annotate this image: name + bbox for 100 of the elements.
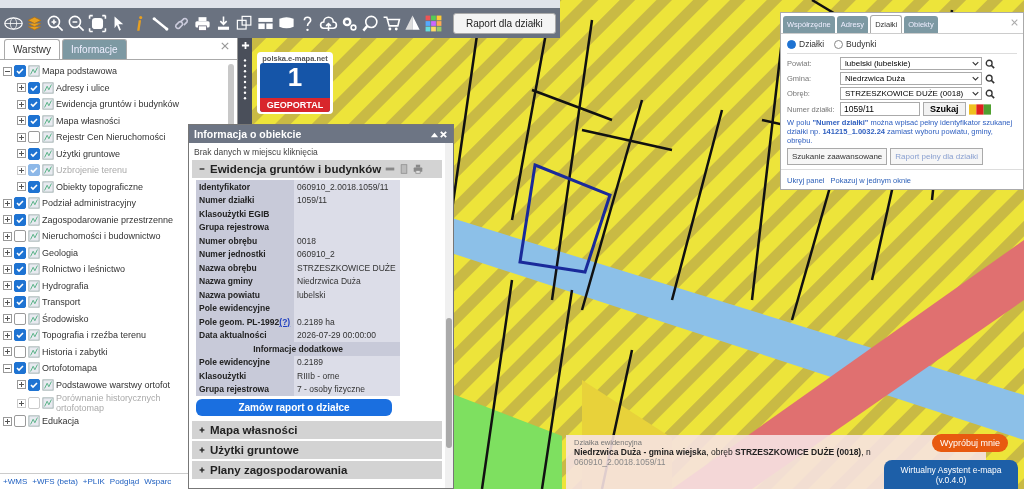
expand-icon[interactable]: [3, 264, 12, 274]
layer-checkbox[interactable]: [28, 81, 40, 94]
assistant-button[interactable]: Wirtualny Asystent e-mapa (v.0.4.0): [884, 460, 1018, 489]
dropdown-caret-icon[interactable]: [972, 76, 979, 81]
order-report-button[interactable]: Zamów raport o działce: [196, 399, 392, 416]
layer-label[interactable]: Transport: [42, 297, 81, 308]
section-header[interactable]: Ewidencja gruntów i budynków: [192, 160, 442, 178]
layer-label[interactable]: Edukacja: [42, 416, 80, 427]
layer-label[interactable]: Podział administracyjny: [42, 198, 137, 209]
layer-label[interactable]: Topografia i rzeźba terenu: [42, 330, 147, 341]
layer-checkbox[interactable]: [14, 415, 26, 428]
layer-checkbox[interactable]: [14, 362, 26, 375]
full-extent-icon[interactable]: [88, 13, 107, 33]
layer-label[interactable]: Historia i zabytki: [42, 346, 108, 357]
expand-icon[interactable]: [3, 297, 12, 307]
collapse-close-icon[interactable]: [430, 129, 448, 139]
layer-checkbox[interactable]: [14, 296, 26, 309]
layer-checkbox[interactable]: [14, 279, 26, 292]
expand-icon[interactable]: [3, 248, 12, 258]
layer-label[interactable]: Rejestr Cen Nieruchomości: [56, 132, 166, 143]
expand-icon[interactable]: [17, 132, 26, 142]
layer-label[interactable]: Podstawowe warstwy ortofot: [56, 379, 171, 390]
search-icon[interactable]: [985, 88, 995, 99]
panel-link[interactable]: +PLIK: [82, 477, 105, 486]
color-legend-icon[interactable]: [968, 103, 991, 115]
search-icon[interactable]: [985, 58, 995, 69]
expand-icon[interactable]: [17, 116, 26, 126]
dropdown-caret-icon[interactable]: [972, 61, 979, 66]
cart-icon[interactable]: [382, 13, 401, 33]
scrollbar-thumb[interactable]: [446, 318, 452, 448]
copy-icon[interactable]: [235, 13, 254, 33]
expand-icon[interactable]: [17, 380, 26, 390]
dropdown-caret-icon[interactable]: [972, 91, 979, 96]
expand-icon[interactable]: [3, 215, 12, 225]
radio-button[interactable]: [787, 39, 796, 49]
section-header[interactable]: Użytki gruntowe: [192, 441, 442, 459]
dropdown[interactable]: Niedrzwica Duża: [840, 72, 982, 85]
dropdown[interactable]: lubelski (lubelskie): [840, 57, 982, 70]
layer-label[interactable]: Ewidencja gruntów i budynków: [56, 99, 180, 110]
panel-button[interactable]: Szukanie zaawansowane: [787, 148, 888, 165]
panel-link[interactable]: Podgląd: [109, 477, 140, 486]
layer-label[interactable]: Nieruchomości i budownictwo: [42, 231, 161, 242]
panel-tab[interactable]: Warstwy: [4, 39, 60, 59]
layer-label[interactable]: Środowisko: [42, 313, 89, 324]
expand-icon[interactable]: [17, 149, 26, 159]
close-icon[interactable]: [221, 42, 229, 50]
search-button[interactable]: Szukaj: [923, 102, 966, 116]
parcel-number-field[interactable]: 1059/11: [840, 102, 920, 116]
layer-checkbox[interactable]: [14, 65, 26, 78]
layer-checkbox[interactable]: [14, 329, 26, 342]
section-header[interactable]: Mapa własności: [192, 421, 442, 439]
layer-checkbox[interactable]: [14, 246, 26, 259]
layer-label[interactable]: Adresy i ulice: [56, 82, 110, 93]
expand-icon[interactable]: [3, 416, 12, 426]
layer-checkbox[interactable]: [28, 114, 40, 127]
layer-checkbox[interactable]: [14, 312, 26, 325]
expand-icon[interactable]: [3, 314, 12, 324]
zoom-in-icon[interactable]: [240, 41, 250, 50]
layer-checkbox[interactable]: [28, 180, 40, 193]
radio-button[interactable]: [834, 39, 844, 49]
cloud-upload-icon[interactable]: [319, 13, 338, 33]
expand-icon[interactable]: [3, 198, 12, 208]
layer-checkbox[interactable]: [14, 345, 26, 358]
layer-checkbox[interactable]: [28, 147, 40, 160]
panel-link[interactable]: +WMS: [3, 477, 28, 486]
layer-label[interactable]: Użytki gruntowe: [56, 148, 121, 159]
layer-label[interactable]: Mapa podstawowa: [42, 66, 118, 77]
try-me-button[interactable]: Wypróbuj mnie: [932, 434, 1008, 452]
layer-checkbox[interactable]: [28, 131, 40, 144]
selected-parcel-outline[interactable]: [518, 162, 612, 274]
help-link[interactable]: (?): [279, 316, 291, 327]
layer-checkbox[interactable]: [14, 230, 26, 243]
expand-icon[interactable]: [17, 99, 26, 109]
search-icon[interactable]: [985, 73, 995, 84]
layer-label[interactable]: Ortofotomapa: [42, 363, 98, 374]
expand-icon[interactable]: [3, 231, 12, 241]
layer-label[interactable]: Geologia: [42, 247, 79, 258]
dropdown[interactable]: STRZESZKOWICE DUŻE (0018): [840, 87, 982, 100]
section-header[interactable]: Plany zagospodarowania: [192, 461, 442, 479]
layer-label[interactable]: Zagospodarowanie przestrzenne: [42, 214, 174, 225]
expand-icon[interactable]: [17, 83, 26, 93]
print-icon[interactable]: [413, 164, 424, 174]
zoom-out-icon[interactable]: [67, 13, 86, 33]
zoom-in-icon[interactable]: [46, 13, 65, 33]
layer-label[interactable]: Obiekty topograficzne: [56, 181, 144, 192]
expand-icon[interactable]: [3, 363, 12, 373]
panel-link[interactable]: +WFS (beta): [32, 477, 78, 486]
expand-icon[interactable]: [17, 182, 26, 192]
layer-checkbox[interactable]: [14, 197, 26, 210]
layer-checkbox[interactable]: [14, 213, 26, 226]
layer-label[interactable]: Hydrografia: [42, 280, 89, 291]
layer-checkbox[interactable]: [28, 378, 40, 391]
expand-icon[interactable]: [3, 330, 12, 340]
layer-checkbox[interactable]: [14, 263, 26, 276]
layer-checkbox[interactable]: [28, 98, 40, 111]
panel-link[interactable]: Wsparc: [144, 477, 172, 486]
color-grid-icon[interactable]: [424, 13, 443, 33]
layer-label[interactable]: Rolnictwo i leśnictwo: [42, 264, 126, 275]
report-button[interactable]: Raport dla działki: [453, 12, 556, 34]
expand-icon[interactable]: [3, 66, 12, 76]
